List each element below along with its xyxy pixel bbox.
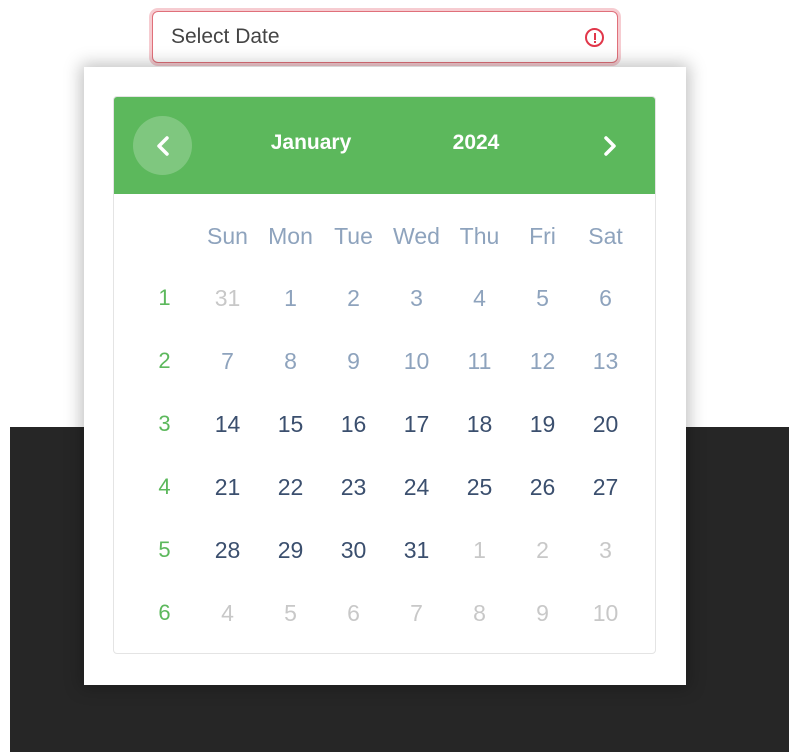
weekday-header: Tue	[334, 223, 373, 249]
day-cell-other-month[interactable]: 3	[574, 530, 637, 570]
week-row: 5 28 29 30 31 1 2 3	[133, 518, 637, 581]
exclamation-circle-icon	[585, 28, 604, 47]
week-number: 6	[158, 599, 171, 625]
day-cell[interactable]: 24	[385, 467, 448, 507]
day-cell-other-month[interactable]: 31	[196, 278, 259, 318]
day-cell[interactable]: 8	[259, 341, 322, 381]
week-number: 4	[158, 473, 171, 499]
day-cell-other-month[interactable]: 8	[448, 593, 511, 633]
chevron-right-icon	[603, 135, 616, 156]
weekday-header: Sat	[588, 223, 623, 249]
week-row: 3 14 15 16 17 18 19 20	[133, 392, 637, 455]
day-cell[interactable]: 1	[259, 278, 322, 318]
day-cell[interactable]: 13	[574, 341, 637, 381]
day-cell[interactable]: 16	[322, 404, 385, 444]
weekday-header: Wed	[393, 223, 440, 249]
weekday-header-row: Sun Mon Tue Wed Thu Fri Sat	[133, 206, 637, 266]
week-number: 2	[158, 347, 171, 373]
weeks-container: 1 31 1 2 3 4 5 6 2 7 8 9 10 11 12 13 3 14 15 16 17 18 19 20 4 21 2…	[133, 266, 637, 644]
prev-month-button[interactable]	[133, 116, 192, 175]
day-cell[interactable]: 30	[322, 530, 385, 570]
day-cell-other-month[interactable]: 1	[448, 530, 511, 570]
day-cell[interactable]: 26	[511, 467, 574, 507]
day-cell[interactable]: 3	[385, 278, 448, 318]
weekday-header: Thu	[459, 223, 500, 249]
day-cell[interactable]: 25	[448, 467, 511, 507]
datepicker-popup: January 2024 Sun Mon Tue Wed Thu Fri Sat…	[84, 67, 686, 685]
day-cell[interactable]: 10	[385, 341, 448, 381]
year-label[interactable]: 2024	[436, 131, 516, 155]
day-cell[interactable]: 22	[259, 467, 322, 507]
week-number: 1	[158, 284, 171, 310]
day-cell-other-month[interactable]: 5	[259, 593, 322, 633]
weekday-header: Sun	[207, 223, 248, 249]
calendar: January 2024 Sun Mon Tue Wed Thu Fri Sat…	[113, 96, 656, 654]
month-label[interactable]: January	[266, 131, 356, 155]
day-cell-other-month[interactable]: 2	[511, 530, 574, 570]
weekday-header: Mon	[268, 223, 313, 249]
date-input[interactable]	[153, 12, 617, 62]
day-cell[interactable]: 6	[574, 278, 637, 318]
day-cell[interactable]: 21	[196, 467, 259, 507]
day-cell[interactable]: 17	[385, 404, 448, 444]
day-cell[interactable]: 9	[322, 341, 385, 381]
week-row: 1 31 1 2 3 4 5 6	[133, 266, 637, 329]
day-cell-other-month[interactable]: 10	[574, 593, 637, 633]
day-cell[interactable]: 7	[196, 341, 259, 381]
day-cell[interactable]: 23	[322, 467, 385, 507]
day-cell[interactable]: 4	[448, 278, 511, 318]
day-cell[interactable]: 20	[574, 404, 637, 444]
day-cell[interactable]: 18	[448, 404, 511, 444]
day-cell-other-month[interactable]: 6	[322, 593, 385, 633]
date-input-wrapper	[152, 11, 618, 63]
day-cell[interactable]: 19	[511, 404, 574, 444]
day-cell-other-month[interactable]: 7	[385, 593, 448, 633]
weekday-header: Fri	[529, 223, 556, 249]
day-cell[interactable]: 11	[448, 341, 511, 381]
week-number: 5	[158, 536, 171, 562]
week-row: 4 21 22 23 24 25 26 27	[133, 455, 637, 518]
day-cell-other-month[interactable]: 4	[196, 593, 259, 633]
day-cell[interactable]: 14	[196, 404, 259, 444]
calendar-header: January 2024	[114, 97, 655, 194]
day-cell[interactable]: 15	[259, 404, 322, 444]
week-row: 6 4 5 6 7 8 9 10	[133, 581, 637, 644]
week-row: 2 7 8 9 10 11 12 13	[133, 329, 637, 392]
day-cell[interactable]: 2	[322, 278, 385, 318]
day-cell[interactable]: 29	[259, 530, 322, 570]
day-cell[interactable]: 27	[574, 467, 637, 507]
day-cell[interactable]: 28	[196, 530, 259, 570]
next-month-button[interactable]	[580, 116, 639, 175]
week-number: 3	[158, 410, 171, 436]
day-cell[interactable]: 5	[511, 278, 574, 318]
chevron-left-icon	[156, 135, 169, 156]
day-cell[interactable]: 12	[511, 341, 574, 381]
day-cell[interactable]: 31	[385, 530, 448, 570]
day-cell-other-month[interactable]: 9	[511, 593, 574, 633]
calendar-grid: Sun Mon Tue Wed Thu Fri Sat 1 31 1 2 3 4 5 6 2 7 8…	[133, 206, 637, 644]
